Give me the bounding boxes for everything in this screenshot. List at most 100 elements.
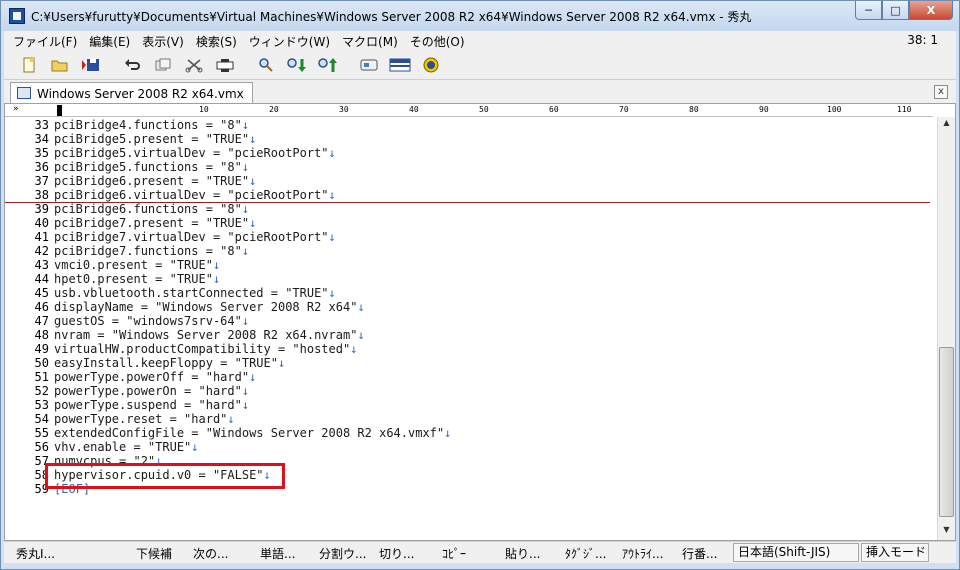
line-text[interactable]: pciBridge6.functions = "8"↓ <box>54 202 249 216</box>
menu-other[interactable]: その他(O) <box>404 33 471 50</box>
editor-line[interactable]: 47 guestOS = "windows7srv-64"↓ <box>5 314 933 328</box>
line-content[interactable]: pciBridge7.present = "TRUE" <box>54 216 249 230</box>
status-next-candidate[interactable]: 下候補 <box>136 545 172 562</box>
line-text[interactable]: pciBridge5.virtualDev = "pcieRootPort"↓ <box>54 146 336 160</box>
line-content[interactable]: extendedConfigFile = "Windows Server 200… <box>54 426 444 440</box>
tab-close-button[interactable]: x <box>934 85 948 99</box>
editor-line[interactable]: 51 powerType.powerOff = "hard"↓ <box>5 370 933 384</box>
line-content[interactable]: nvram = "Windows Server 2008 R2 x64.nvra… <box>54 328 357 342</box>
line-content[interactable]: vmci0.present = "TRUE" <box>54 258 213 272</box>
title-bar[interactable]: C:¥Users¥furutty¥Documents¥Virtual Machi… <box>1 1 959 31</box>
editor-line[interactable]: 48 nvram = "Windows Server 2008 R2 x64.nv… <box>5 328 933 342</box>
line-text[interactable]: powerType.reset = "hard"↓ <box>54 412 235 426</box>
line-text[interactable]: displayName = "Windows Server 2008 R2 x6… <box>54 300 365 314</box>
line-text[interactable]: vhv.enable = "TRUE"↓ <box>54 440 199 454</box>
status-split-window[interactable]: 分割ウ... <box>319 545 366 562</box>
line-text[interactable]: vmci0.present = "TRUE"↓ <box>54 258 220 272</box>
menu-macro[interactable]: マクロ(M) <box>336 33 404 50</box>
editor-line[interactable]: 40 pciBridge7.present = "TRUE"↓ <box>5 216 933 230</box>
editor-line[interactable]: 52 powerType.powerOn = "hard"↓ <box>5 384 933 398</box>
menu-file[interactable]: ファイル(F) <box>4 33 83 50</box>
line-text[interactable]: powerType.powerOff = "hard"↓ <box>54 370 256 384</box>
line-content[interactable]: virtualHW.productCompatibility = "hosted… <box>54 342 350 356</box>
line-text[interactable]: virtualHW.productCompatibility = "hosted… <box>54 342 357 356</box>
line-text[interactable]: pciBridge7.functions = "8"↓ <box>54 244 249 258</box>
line-text[interactable]: pciBridge6.virtualDev = "pcieRootPort"↓ <box>54 188 336 202</box>
status-cut[interactable]: 切り... <box>379 545 414 562</box>
cut-icon[interactable] <box>183 54 205 76</box>
line-text[interactable]: pciBridge5.present = "TRUE"↓ <box>54 132 256 146</box>
line-text[interactable]: pciBridge6.present = "TRUE"↓ <box>54 174 256 188</box>
line-text[interactable]: powerType.powerOn = "hard"↓ <box>54 384 249 398</box>
line-text[interactable]: guestOS = "windows7srv-64"↓ <box>54 314 249 328</box>
line-text[interactable]: powerType.suspend = "hard"↓ <box>54 398 249 412</box>
minimize-button[interactable]: ─ <box>855 1 882 20</box>
paste-icon[interactable] <box>214 54 236 76</box>
line-content[interactable]: easyInstall.keepFloppy = "TRUE" <box>54 356 278 370</box>
line-content[interactable]: usb.vbluetooth.startConnected = "TRUE" <box>54 286 329 300</box>
copy-icon[interactable] <box>152 54 174 76</box>
line-content[interactable]: pciBridge6.present = "TRUE" <box>54 174 249 188</box>
line-text[interactable]: nvram = "Windows Server 2008 R2 x64.nvra… <box>54 328 365 342</box>
line-text[interactable]: hpet0.present = "TRUE"↓ <box>54 272 220 286</box>
line-content[interactable]: pciBridge7.functions = "8" <box>54 244 242 258</box>
line-text[interactable]: pciBridge5.functions = "8"↓ <box>54 160 249 174</box>
status-copy[interactable]: ｺﾋﾟｰ <box>442 545 466 562</box>
find-down-icon[interactable] <box>286 54 308 76</box>
status-word[interactable]: 単語... <box>260 545 295 562</box>
editor-line[interactable]: 44 hpet0.present = "TRUE"↓ <box>5 272 933 286</box>
status-paste[interactable]: 貼り... <box>505 545 540 562</box>
editor-lines[interactable]: 33 pciBridge4.functions = "8"↓ 34 pciBridge… <box>5 118 933 496</box>
line-content[interactable]: pciBridge6.functions = "8" <box>54 202 242 216</box>
find-icon[interactable] <box>255 54 277 76</box>
line-content[interactable]: powerType.powerOff = "hard" <box>54 370 249 384</box>
editor-line[interactable]: 55 extendedConfigFile = "Windows Server 2… <box>5 426 933 440</box>
close-button[interactable]: X <box>909 1 953 20</box>
clipboard-icon[interactable] <box>358 54 380 76</box>
menu-view[interactable]: 表示(V) <box>136 33 190 50</box>
editor-line[interactable]: 50 easyInstall.keepFloppy = "TRUE"↓ <box>5 356 933 370</box>
scrollbar-thumb[interactable] <box>939 347 954 517</box>
menu-window[interactable]: ウィンドウ(W) <box>243 33 336 50</box>
line-text[interactable]: easyInstall.keepFloppy = "TRUE"↓ <box>54 356 285 370</box>
line-content[interactable]: powerType.reset = "hard" <box>54 412 227 426</box>
line-content[interactable]: pciBridge4.functions = "8" <box>54 118 242 132</box>
undo-icon[interactable] <box>121 54 143 76</box>
status-app[interactable]: 秀丸I... <box>16 545 55 562</box>
open-folder-icon[interactable] <box>49 54 71 76</box>
line-content[interactable]: displayName = "Windows Server 2008 R2 x6… <box>54 300 357 314</box>
editor-line[interactable]: 36 pciBridge5.functions = "8"↓ <box>5 160 933 174</box>
line-text[interactable]: pciBridge7.virtualDev = "pcieRootPort"↓ <box>54 230 336 244</box>
encoding-indicator[interactable]: 日本語(Shift-JIS) <box>733 543 859 562</box>
editor-line[interactable]: 43 vmci0.present = "TRUE"↓ <box>5 258 933 272</box>
line-content[interactable]: vhv.enable = "TRUE" <box>54 440 191 454</box>
editor-line[interactable]: 46 displayName = "Windows Server 2008 R2 … <box>5 300 933 314</box>
line-content[interactable]: guestOS = "windows7srv-64" <box>54 314 242 328</box>
line-text[interactable]: usb.vbluetooth.startConnected = "TRUE"↓ <box>54 286 336 300</box>
new-file-icon[interactable] <box>18 54 40 76</box>
editor-line[interactable]: 49 virtualHW.productCompatibility = "host… <box>5 342 933 356</box>
line-content[interactable]: pciBridge5.functions = "8" <box>54 160 242 174</box>
window-split-icon[interactable] <box>389 54 411 76</box>
scroll-up-arrow-icon[interactable]: ▲ <box>939 118 954 132</box>
save-icon[interactable] <box>80 54 102 76</box>
line-content[interactable]: pciBridge7.virtualDev = "pcieRootPort" <box>54 230 329 244</box>
find-up-icon[interactable] <box>317 54 339 76</box>
editor-line[interactable]: 35 pciBridge5.virtualDev = "pcieRootPort"… <box>5 146 933 160</box>
line-text[interactable]: extendedConfigFile = "Windows Server 200… <box>54 426 451 440</box>
editor-line[interactable]: 38 pciBridge6.virtualDev = "pcieRootPort"… <box>5 188 933 202</box>
insert-mode-indicator[interactable]: 挿入モード <box>861 543 929 562</box>
editor-line[interactable]: 54 powerType.reset = "hard"↓ <box>5 412 933 426</box>
line-content[interactable]: pciBridge5.present = "TRUE" <box>54 132 249 146</box>
editor-line[interactable]: 56 vhv.enable = "TRUE"↓ <box>5 440 933 454</box>
status-next[interactable]: 次の... <box>193 545 228 562</box>
line-content[interactable]: hpet0.present = "TRUE" <box>54 272 213 286</box>
editor-line[interactable]: 33 pciBridge4.functions = "8"↓ <box>5 118 933 132</box>
editor-line[interactable]: 53 powerType.suspend = "hard"↓ <box>5 398 933 412</box>
editor-line[interactable]: 34 pciBridge5.present = "TRUE"↓ <box>5 132 933 146</box>
help-icon[interactable] <box>420 54 442 76</box>
editor-line[interactable]: 41 pciBridge7.virtualDev = "pcieRootPort"… <box>5 230 933 244</box>
menu-search[interactable]: 検索(S) <box>190 33 243 50</box>
hidemaru-app-icon[interactable] <box>9 8 25 24</box>
line-content[interactable]: powerType.powerOn = "hard" <box>54 384 242 398</box>
